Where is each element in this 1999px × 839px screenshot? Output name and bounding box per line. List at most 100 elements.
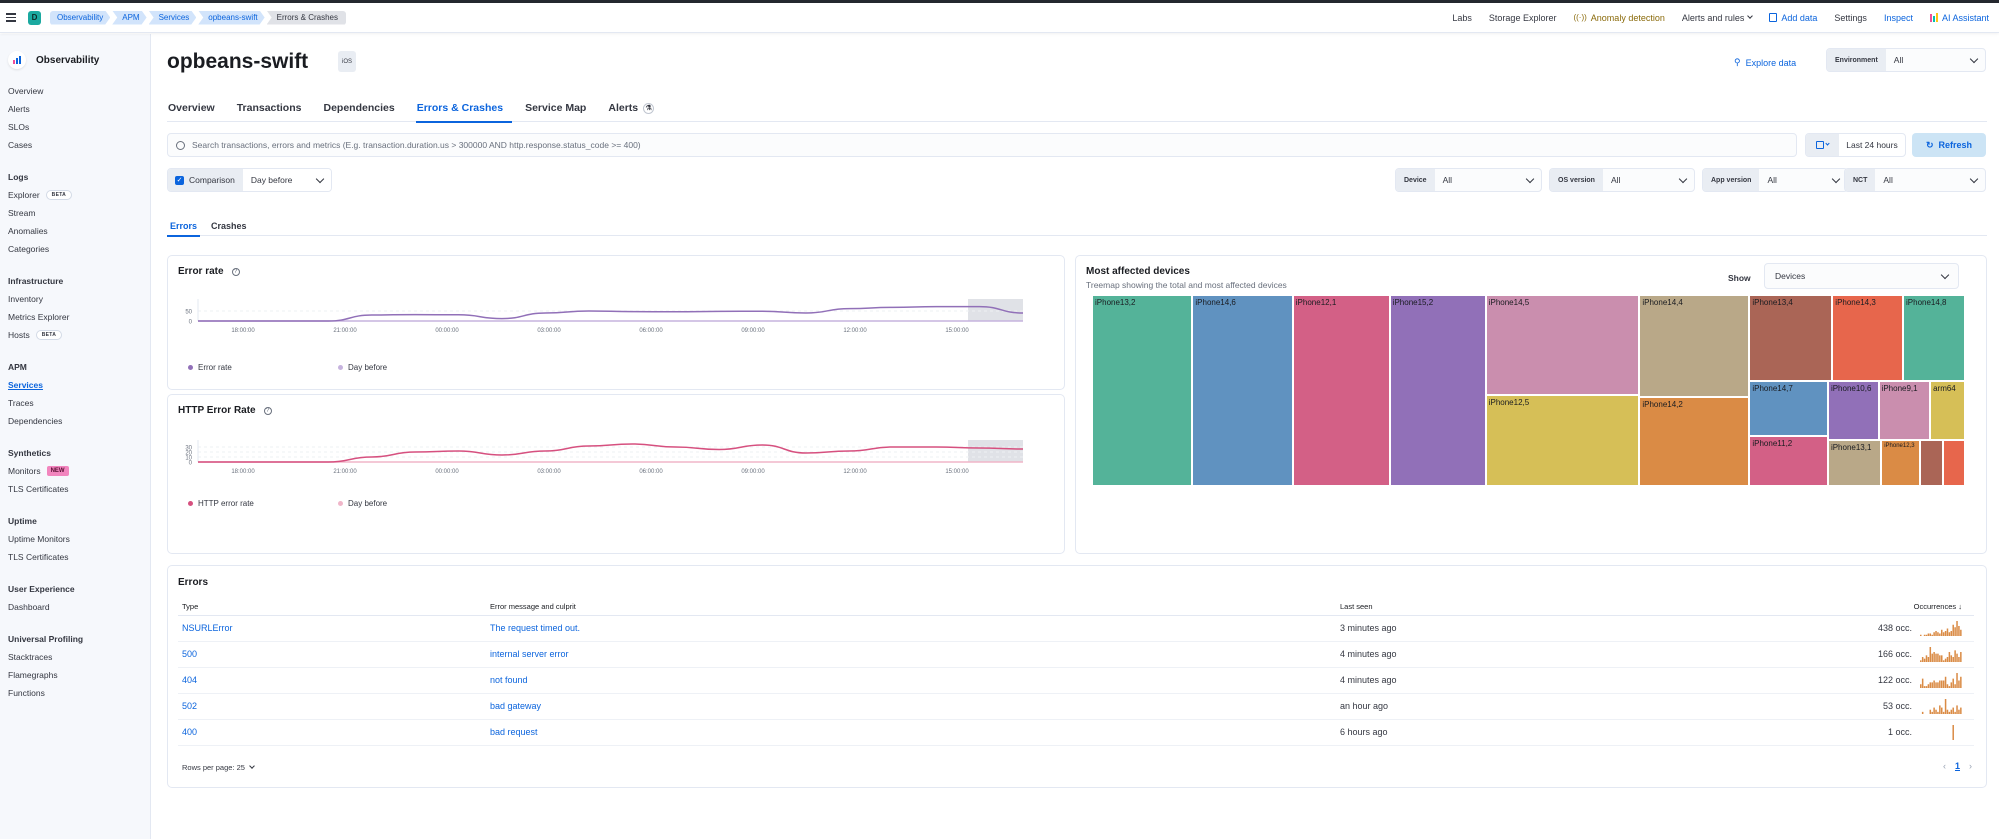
sidebar-item-dependencies[interactable]: Dependencies — [8, 412, 150, 430]
tab-overview[interactable]: Overview — [167, 94, 224, 122]
error-message-link[interactable]: bad request — [486, 719, 1336, 746]
sidebar-item-tls-certificates[interactable]: TLS Certificates — [8, 480, 150, 498]
error-type-link[interactable]: 400 — [178, 719, 486, 746]
error-message-link[interactable]: bad gateway — [486, 693, 1336, 720]
treemap-cell[interactable] — [1943, 440, 1965, 486]
explore-data-link[interactable]: ⚲ Explore data — [1734, 57, 1796, 68]
storage-explorer-link[interactable]: Storage Explorer — [1489, 13, 1557, 23]
sidebar-item-stream[interactable]: Stream — [8, 204, 150, 222]
sidebar-item-uptime-monitors[interactable]: Uptime Monitors — [8, 530, 150, 548]
space-avatar[interactable]: D — [28, 10, 41, 25]
tab-service-map[interactable]: Service Map — [524, 94, 595, 122]
next-page-icon[interactable]: › — [1969, 761, 1972, 771]
error-message-link[interactable]: not found — [486, 667, 1336, 694]
menu-icon[interactable] — [6, 13, 16, 22]
ai-assistant-link[interactable]: AI Assistant — [1929, 13, 1989, 23]
page-number[interactable]: 1 — [1955, 761, 1960, 771]
subtab-errors[interactable]: Errors — [167, 215, 201, 237]
legend-item-error-rate[interactable]: Error rate — [188, 363, 338, 372]
help-icon[interactable]: ? — [231, 267, 240, 276]
treemap-cell[interactable]: iPhone10,6 — [1827, 380, 1879, 441]
tab-transactions[interactable]: Transactions — [236, 94, 311, 122]
sidebar-item-dashboard[interactable]: Dashboard — [8, 598, 150, 616]
sidebar-item-stacktraces[interactable]: Stacktraces — [8, 648, 150, 666]
error-type-link[interactable]: NSURLError — [178, 615, 486, 642]
environment-select[interactable]: Environment All — [1826, 48, 1986, 72]
comparison-select[interactable]: Day before — [242, 169, 331, 191]
treemap-cell[interactable]: iPhone15,2 — [1389, 295, 1486, 486]
help-icon[interactable]: ? — [263, 406, 272, 415]
comparison-checkbox[interactable]: ✓ — [175, 175, 184, 185]
anomaly-detection-link[interactable]: ((·)) Anomaly detection — [1573, 13, 1664, 23]
treemap-cell[interactable]: iPhone14,7 — [1749, 380, 1828, 437]
tab-dependencies[interactable]: Dependencies — [322, 94, 403, 122]
treemap-cell[interactable]: iPhone14,8 — [1903, 295, 1965, 381]
treemap-cell[interactable]: iPhone11,2 — [1749, 436, 1828, 486]
calendar-icon[interactable] — [1806, 134, 1839, 156]
previous-page-icon[interactable]: ‹ — [1943, 761, 1946, 771]
legend-item-http-error-rate[interactable]: HTTP error rate — [188, 499, 338, 508]
labs-link[interactable]: Labs — [1452, 13, 1472, 23]
sidebar-item-categories[interactable]: Categories — [8, 240, 150, 258]
legend-item-day-before[interactable]: Day before — [338, 499, 488, 508]
sidebar-item-traces[interactable]: Traces — [8, 394, 150, 412]
search-input[interactable]: Search transactions, errors and metrics … — [167, 133, 1797, 157]
treemap-cell[interactable]: iPhone13,4 — [1749, 295, 1833, 381]
treemap-cell[interactable]: iPhone14,3 — [1832, 295, 1903, 381]
error-type-link[interactable]: 500 — [178, 641, 486, 668]
rows-per-page-select[interactable]: Rows per page: 25 — [182, 763, 255, 772]
treemap-cell[interactable]: arm64 — [1930, 380, 1965, 441]
sidebar-item-anomalies[interactable]: Anomalies — [8, 222, 150, 240]
legend-item-day-before[interactable]: Day before — [338, 363, 488, 372]
tab-errors-crashes[interactable]: Errors & Crashes — [415, 94, 513, 123]
comparison-toggle[interactable]: ✓ Comparison — [168, 169, 243, 191]
sidebar-item-monitors[interactable]: Monitors NEW — [8, 462, 150, 480]
sidebar-item-metrics-explorer[interactable]: Metrics Explorer — [8, 308, 150, 326]
treemap-cell[interactable]: iPhone12,1 — [1292, 295, 1390, 486]
treemap-cell[interactable]: iPhone14,6 — [1192, 295, 1293, 486]
refresh-button[interactable]: ↻ Refresh — [1912, 133, 1986, 157]
column-header-type[interactable]: Type — [178, 598, 486, 616]
sidebar-item-hosts[interactable]: Hosts BETA — [8, 326, 150, 344]
sidebar-item-functions[interactable]: Functions — [8, 684, 150, 702]
settings-link[interactable]: Settings — [1834, 13, 1867, 23]
column-header-last-seen[interactable]: Last seen — [1336, 598, 1577, 616]
error-message-link[interactable]: internal server error — [486, 641, 1336, 668]
show-select[interactable]: Devices — [1764, 263, 1959, 289]
treemap-cell[interactable]: iPhone14,2 — [1639, 397, 1750, 486]
breadcrumb-service[interactable]: opbeans-swift — [198, 11, 264, 25]
error-type-link[interactable]: 404 — [178, 667, 486, 694]
breadcrumb-services[interactable]: Services — [149, 11, 197, 25]
alerts-and-rules-menu[interactable]: Alerts and rules — [1682, 13, 1754, 23]
sidebar-brand[interactable]: Observability — [8, 50, 150, 70]
sidebar-item-inventory[interactable]: Inventory — [8, 290, 150, 308]
inspect-link[interactable]: Inspect — [1884, 13, 1913, 23]
app-version-filter[interactable]: App version All — [1702, 168, 1848, 192]
date-picker[interactable]: Last 24 hours — [1805, 133, 1906, 157]
treemap-cell[interactable]: iPhone13,1 — [1827, 440, 1882, 486]
treemap-cell[interactable]: iPhone14,5 — [1485, 295, 1640, 395]
os-version-filter[interactable]: OS version All — [1549, 168, 1695, 192]
sidebar-item-overview[interactable]: Overview — [8, 82, 150, 100]
sidebar-item-explorer[interactable]: Explorer BETA — [8, 186, 150, 204]
treemap-cell[interactable]: iPhone9,1 — [1878, 380, 1931, 441]
sidebar-item-uptime-tls-certificates[interactable]: TLS Certificates — [8, 548, 150, 566]
treemap-cell[interactable]: iPhone12,5 — [1485, 394, 1640, 486]
nct-filter[interactable]: NCT All — [1844, 168, 1986, 192]
sidebar-item-cases[interactable]: Cases — [8, 136, 150, 154]
tab-alerts[interactable]: Alerts ⚗ — [607, 94, 663, 122]
error-type-link[interactable]: 502 — [178, 693, 486, 720]
breadcrumb-observability[interactable]: Observability — [50, 11, 110, 25]
sidebar-item-services[interactable]: Services — [8, 376, 150, 394]
breadcrumb-apm[interactable]: APM — [112, 11, 146, 25]
error-message-link[interactable]: The request timed out. — [486, 615, 1336, 642]
sidebar-item-flamegraphs[interactable]: Flamegraphs — [8, 666, 150, 684]
date-range-value[interactable]: Last 24 hours — [1839, 134, 1905, 156]
treemap-cell[interactable]: iPhone14,4 — [1639, 295, 1750, 398]
treemap-cell[interactable] — [1919, 440, 1944, 486]
subtab-crashes[interactable]: Crashes — [208, 215, 250, 236]
treemap-cell[interactable]: iPhone13,2 — [1092, 295, 1193, 486]
treemap-cell[interactable]: iPhone12,3 — [1881, 440, 1920, 486]
sidebar-item-alerts[interactable]: Alerts — [8, 100, 150, 118]
sidebar-item-slos[interactable]: SLOs — [8, 118, 150, 136]
